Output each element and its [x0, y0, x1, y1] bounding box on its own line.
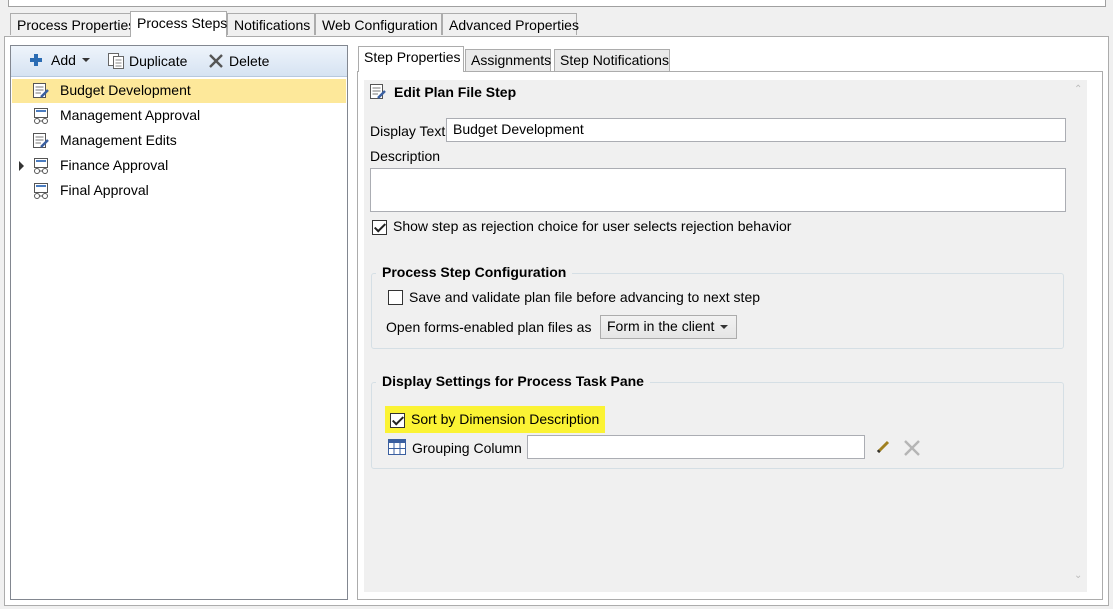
tree-item-management-approval[interactable]: Management Approval: [12, 104, 346, 128]
grouping-column-label: Grouping Column: [412, 440, 522, 456]
description-label: Description: [370, 148, 441, 164]
scroll-up-icon[interactable]: ⌃: [1074, 84, 1082, 95]
tree-item-budget-development[interactable]: Budget Development: [12, 79, 346, 103]
scroll-down-icon[interactable]: ⌄: [1074, 570, 1082, 581]
rejection-choice-label: Show step as rejection choice for user s…: [393, 218, 792, 234]
sort-dimension-label: Sort by Dimension Description: [411, 411, 600, 427]
tree-item-label: Final Approval: [60, 182, 149, 198]
open-forms-label: Open forms-enabled plan files as: [386, 319, 592, 335]
duplicate-label: Duplicate: [129, 53, 188, 69]
tab-label: Process Steps: [137, 15, 228, 31]
tree-item-label: Budget Development: [60, 82, 191, 98]
save-validate-checkbox[interactable]: [388, 290, 403, 305]
add-label: Add: [51, 52, 76, 68]
grouping-column-input[interactable]: [527, 435, 865, 459]
delete-icon: [209, 54, 223, 68]
save-validate-label: Save and validate plan file before advan…: [409, 289, 761, 305]
steps-toolbar: Add Duplicate Delete: [11, 46, 347, 77]
sort-dimension-checkbox[interactable]: [390, 413, 405, 428]
tab-advanced-properties[interactable]: Advanced Properties: [442, 13, 579, 35]
expand-arrow-icon[interactable]: [19, 161, 24, 171]
tab-label: Assignments: [471, 52, 552, 68]
open-forms-dropdown[interactable]: Form in the client: [600, 315, 737, 339]
delete-button[interactable]: Delete: [207, 52, 269, 70]
tree-item-finance-approval[interactable]: Finance Approval: [12, 154, 346, 178]
tab-label: Web Configuration: [322, 17, 438, 33]
duplicate-button[interactable]: Duplicate: [107, 52, 187, 70]
approval-icon: [34, 108, 48, 124]
tab-label: Advanced Properties: [449, 17, 579, 33]
duplicate-icon: [108, 53, 124, 69]
tab-process-steps[interactable]: Process Steps: [130, 11, 227, 37]
chevron-down-icon: [81, 58, 90, 62]
edit-plan-file-icon: [370, 84, 386, 99]
process-step-config-title: Process Step Configuration: [376, 264, 573, 280]
edit-plan-file-icon: [33, 83, 49, 98]
tab-label: Notifications: [234, 17, 311, 33]
vertical-scrollbar[interactable]: ⌃ ⌄: [1069, 80, 1087, 592]
plus-icon: [30, 54, 42, 66]
grouping-column-icon: [388, 439, 406, 455]
edit-plan-file-icon: [33, 133, 49, 148]
tab-step-properties[interactable]: Step Properties: [358, 46, 464, 72]
tree-item-management-edits[interactable]: Management Edits: [12, 129, 346, 153]
tab-assignments[interactable]: Assignments: [465, 49, 551, 71]
chevron-down-icon: [720, 325, 728, 329]
description-textarea[interactable]: [370, 168, 1066, 212]
top-frame-edge: [8, 0, 1106, 7]
tab-web-configuration[interactable]: Web Configuration: [315, 13, 442, 35]
tab-label: Step Properties: [364, 49, 461, 65]
display-text-input[interactable]: Budget Development: [446, 118, 1066, 142]
approval-icon: [34, 183, 48, 199]
tree-item-label: Finance Approval: [60, 157, 169, 173]
tab-label: Process Properties: [17, 17, 136, 33]
display-text-label: Display Text: [370, 123, 446, 139]
step-header: Edit Plan File Step: [394, 84, 517, 100]
tree-item-label: Management Approval: [60, 107, 201, 123]
tab-step-notifications[interactable]: Step Notifications: [554, 49, 670, 71]
tab-process-properties[interactable]: Process Properties: [10, 13, 135, 35]
pencil-icon[interactable]: [876, 440, 890, 454]
delete-label: Delete: [229, 53, 270, 69]
tree-item-final-approval[interactable]: Final Approval: [12, 179, 346, 203]
tab-notifications[interactable]: Notifications: [227, 13, 315, 35]
display-settings-title: Display Settings for Process Task Pane: [376, 373, 650, 389]
rejection-choice-checkbox[interactable]: [372, 220, 387, 235]
add-button[interactable]: Add: [29, 52, 90, 68]
tree-item-label: Management Edits: [60, 132, 177, 148]
tab-label: Step Notifications: [560, 52, 669, 68]
open-forms-value: Form in the client: [607, 318, 715, 334]
approval-icon: [34, 158, 48, 174]
clear-icon[interactable]: [903, 439, 921, 457]
